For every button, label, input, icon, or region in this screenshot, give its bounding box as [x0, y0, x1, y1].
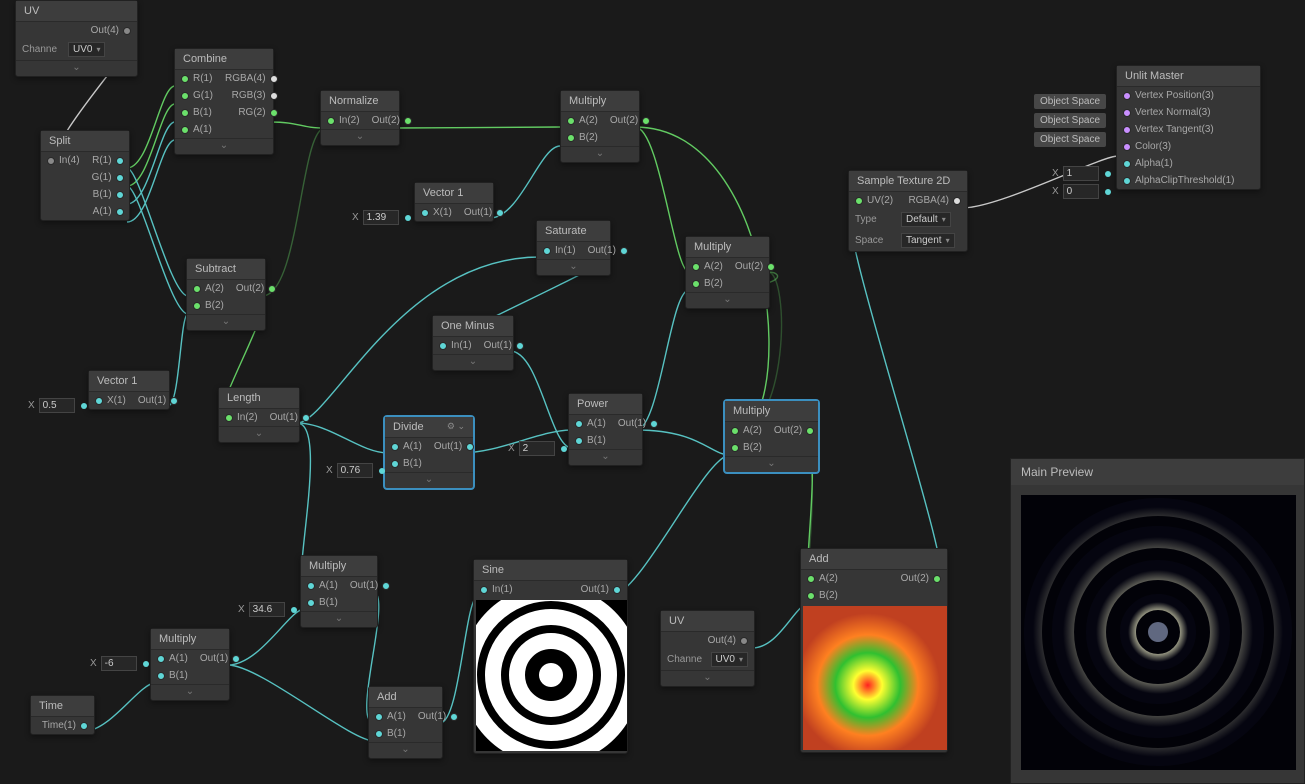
node-sample-texture-2d[interactable]: Sample Texture 2D UV(2) RGBA(4) TypeDefa…: [848, 170, 968, 252]
gear-icon[interactable]: ⚙ ⌄: [447, 421, 465, 433]
node-uv-2[interactable]: UV Out(4) Channe UV0 ⌄: [660, 610, 755, 687]
node-length[interactable]: Length In(2) Out(1) ⌄: [218, 387, 300, 443]
node-split[interactable]: Split In(4) R(1) G(1) B(1) A(1): [40, 130, 130, 221]
node-add-1[interactable]: Add A(1) B(1) Out(1) ⌄: [368, 686, 443, 759]
node-title: UV: [16, 1, 137, 22]
uv2-channel-dropdown[interactable]: UV0: [711, 652, 748, 667]
node-multiply-4[interactable]: Multiply A(1) B(1) Out(1) ⌄: [300, 555, 378, 628]
type-dropdown[interactable]: Default: [901, 212, 951, 227]
node-oneminus[interactable]: One Minus In(1) Out(1) ⌄: [432, 315, 514, 371]
node-subtract[interactable]: Subtract A(2) B(2) Out(2) ⌄: [186, 258, 266, 331]
x-field-multiply4[interactable]: X: [238, 602, 297, 617]
node-unlit-master[interactable]: Unlit Master Vertex Position(3) Vertex N…: [1116, 65, 1261, 190]
sine-preview: [476, 600, 627, 751]
add-preview: [803, 606, 947, 750]
node-time[interactable]: Time Time(1): [30, 695, 95, 735]
node-multiply-2[interactable]: Multiply A(2) B(2) Out(2) ⌄: [685, 236, 770, 309]
port-in[interactable]: In(4): [41, 152, 86, 169]
node-sine[interactable]: Sine In(1) Out(1): [473, 559, 628, 754]
port-out[interactable]: Out(4): [85, 22, 137, 39]
x-field-vector1a[interactable]: X: [352, 210, 411, 225]
x-field-multiply5[interactable]: X: [90, 656, 149, 671]
x-field-alpha[interactable]: X: [1052, 166, 1111, 181]
preview-title: Main Preview: [1011, 459, 1304, 485]
node-saturate[interactable]: Saturate In(1) Out(1) ⌄: [536, 220, 611, 276]
x-field-vector1b[interactable]: X: [28, 398, 87, 413]
uv-channel-dropdown[interactable]: UV0: [68, 42, 105, 57]
node-add-2[interactable]: Add A(2) B(2) Out(2): [800, 548, 948, 753]
node-vector1-b[interactable]: Vector 1 X(1) Out(1): [88, 370, 170, 410]
x-field-power[interactable]: X: [508, 441, 567, 456]
collapse-toggle[interactable]: ⌄: [16, 60, 137, 76]
node-power[interactable]: Power A(1) B(1) Out(1) ⌄: [568, 393, 643, 466]
main-preview-panel[interactable]: Main Preview: [1010, 458, 1305, 784]
main-preview-image: [1021, 495, 1296, 770]
node-multiply-3[interactable]: Multiply A(2) B(2) Out(2) ⌄: [724, 400, 819, 473]
node-uv-1[interactable]: UV Out(4) Channe UV0 ⌄: [15, 0, 138, 77]
space-dropdown[interactable]: Tangent: [901, 233, 955, 248]
object-space-badge: Object Space: [1034, 94, 1106, 109]
x-field-divide[interactable]: X: [326, 463, 385, 478]
node-multiply-5[interactable]: Multiply A(1) B(1) Out(1) ⌄: [150, 628, 230, 701]
node-vector1-a[interactable]: Vector 1 X(1) Out(1): [414, 182, 494, 222]
node-combine[interactable]: Combine R(1) G(1) B(1) A(1) RGBA(4) RGB(…: [174, 48, 274, 155]
node-divide[interactable]: Divide ⚙ ⌄ A(1) B(1) Out(1) ⌄: [384, 416, 474, 489]
node-multiply-1[interactable]: Multiply A(2) B(2) Out(2) ⌄: [560, 90, 640, 163]
x-field-alphaclip[interactable]: X: [1052, 184, 1111, 199]
node-normalize[interactable]: Normalize In(2) Out(2) ⌄: [320, 90, 400, 146]
